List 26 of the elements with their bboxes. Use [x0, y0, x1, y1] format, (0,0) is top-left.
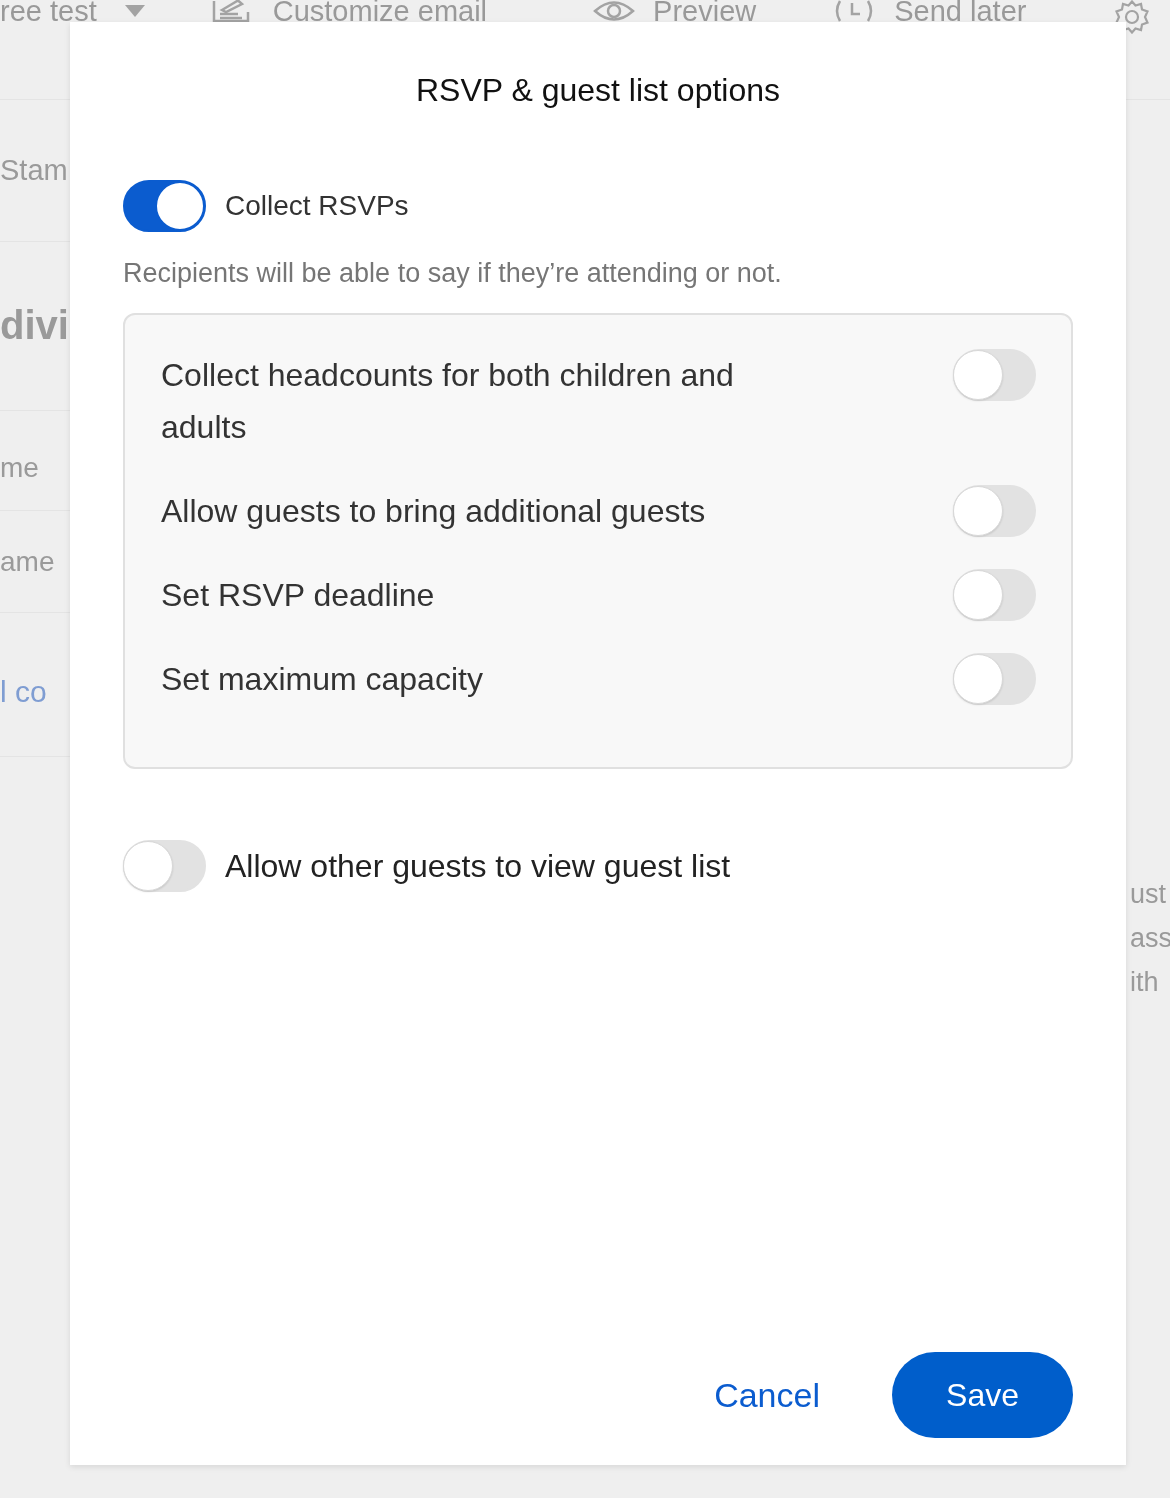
- link-text[interactable]: l co: [0, 674, 70, 710]
- option-label: Collect headcounts for both children and adults: [161, 356, 735, 447]
- toggle-label: Allow other guests to view guest list: [225, 847, 731, 886]
- toolbar-button[interactable]: Send later: [832, 0, 1027, 26]
- background-text: ith: [1130, 966, 1160, 999]
- eye-icon: [593, 0, 636, 23]
- caret-icon: [124, 5, 145, 17]
- cancel-button[interactable]: Cancel: [704, 1367, 830, 1423]
- option-label: Set RSVP deadline: [161, 576, 435, 615]
- background-text: me: [0, 451, 40, 485]
- toolbar-button[interactable]: Preview: [593, 0, 757, 26]
- dialog-title: RSVP & guest list options: [414, 71, 781, 110]
- background-text: ust: [1130, 878, 1168, 911]
- heading-text: divi: [0, 302, 70, 349]
- save-button[interactable]: Save: [892, 1352, 1073, 1438]
- option-label: Set maximum capacity: [161, 660, 483, 699]
- settings-button[interactable]: [1115, 0, 1150, 34]
- background-text: ame: [0, 545, 56, 579]
- toggle-label: Collect RSVPs: [225, 189, 409, 223]
- toolbar-button[interactable]: Customize email: [207, 0, 488, 26]
- settings-icon: [1115, 0, 1150, 34]
- option-label: Allow guests to bring additional guests: [161, 492, 706, 531]
- toolbar-button[interactable]: ree test: [0, 0, 145, 26]
- description-text: Recipients will be able to say if they’re attending or not.: [123, 257, 783, 290]
- toggle-switch[interactable]: [123, 180, 206, 232]
- background-text: Stam: [0, 153, 69, 188]
